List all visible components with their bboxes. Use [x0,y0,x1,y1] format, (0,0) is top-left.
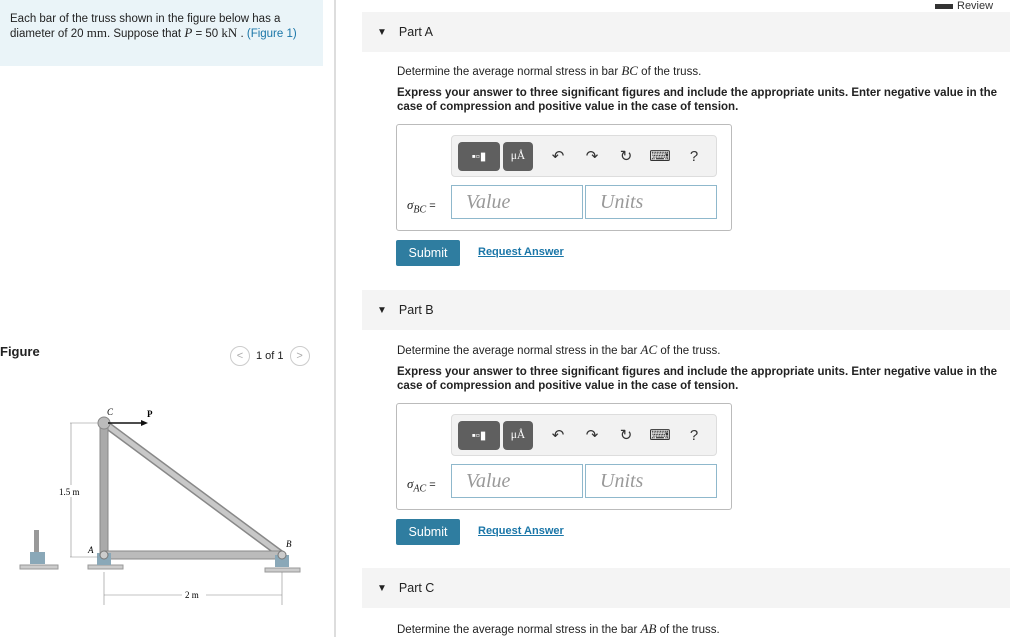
sigma-label: σBC = [407,197,436,216]
label-b: B [286,539,292,549]
units-icon[interactable]: μÅ [503,420,533,450]
figure-pager: < 1 of 1 > [230,346,310,366]
label-height: 1.5 m [59,487,80,497]
value-input[interactable]: Value [451,185,583,219]
redo-icon[interactable]: ↷ [575,426,609,444]
pager-text: 1 of 1 [256,350,284,362]
part-a-header[interactable]: ▼ Part A [362,12,1010,52]
part-c-question: Determine the average normal stress in t… [397,621,720,636]
part-b-question: Determine the average normal stress in t… [397,342,721,357]
keyboard-icon[interactable]: ⌨ [643,147,677,165]
prev-figure-button[interactable]: < [230,346,250,366]
collapse-icon: ▼ [377,26,387,38]
figure-link[interactable]: (Figure 1) [247,28,297,40]
help-icon[interactable]: ? [677,148,711,165]
part-b-instructions: Express your answer to three significant… [397,366,998,392]
label-a: A [87,545,94,555]
unit: mm [86,25,107,40]
unit: kN [221,25,238,40]
part-a-instructions: Express your answer to three significant… [397,87,998,113]
templates-icon[interactable]: ▪▫▮ [458,420,500,450]
keyboard-icon[interactable]: ⌨ [643,426,677,444]
label-c: C [107,407,114,417]
review-label: Review [957,0,994,12]
part-a-question: Determine the average normal stress in b… [397,63,702,78]
divider [334,0,336,637]
sigma-label: σAC = [407,476,436,495]
label-width: 2 m [185,590,199,600]
collapse-icon: ▼ [377,304,387,316]
part-b-header[interactable]: ▼ Part B [362,290,1010,330]
problem-statement: Each bar of the truss shown in the figur… [0,0,323,66]
review-link[interactable]: Review [935,0,994,12]
collapse-icon: ▼ [377,582,387,594]
figure-label: Figure [0,344,40,359]
part-a-submit-button[interactable]: Submit [396,240,460,266]
next-figure-button[interactable]: > [289,346,310,366]
undo-icon[interactable]: ↶ [541,147,575,165]
reset-icon[interactable]: ↻ [609,147,643,165]
templates-icon[interactable]: ▪▫▮ [458,141,500,171]
review-icon [935,3,953,9]
part-a-answer-box: ▪▫▮ μÅ ↶ ↷ ↻ ⌨ ? σBC = Value Units [396,124,732,231]
part-c-header[interactable]: ▼ Part C [362,568,1010,608]
truss-figure: C P A B 1.5 m 2 m [19,407,301,605]
reset-icon[interactable]: ↻ [609,426,643,444]
math-toolbar: ▪▫▮ μÅ ↶ ↷ ↻ ⌨ ? [451,135,717,177]
label-p: P [147,409,153,419]
part-b-submit-button[interactable]: Submit [396,519,460,545]
redo-icon[interactable]: ↷ [575,147,609,165]
undo-icon[interactable]: ↶ [541,426,575,444]
part-b-answer-box: ▪▫▮ μÅ ↶ ↷ ↻ ⌨ ? σAC = Value Units [396,403,732,510]
part-b-request-answer-link[interactable]: Request Answer [478,525,564,537]
units-input[interactable]: Units [585,464,717,498]
units-input[interactable]: Units [585,185,717,219]
math-toolbar: ▪▫▮ μÅ ↶ ↷ ↻ ⌨ ? [451,414,717,456]
part-a-request-answer-link[interactable]: Request Answer [478,246,564,258]
help-icon[interactable]: ? [677,427,711,444]
units-icon[interactable]: μÅ [503,141,533,171]
value-input[interactable]: Value [451,464,583,498]
